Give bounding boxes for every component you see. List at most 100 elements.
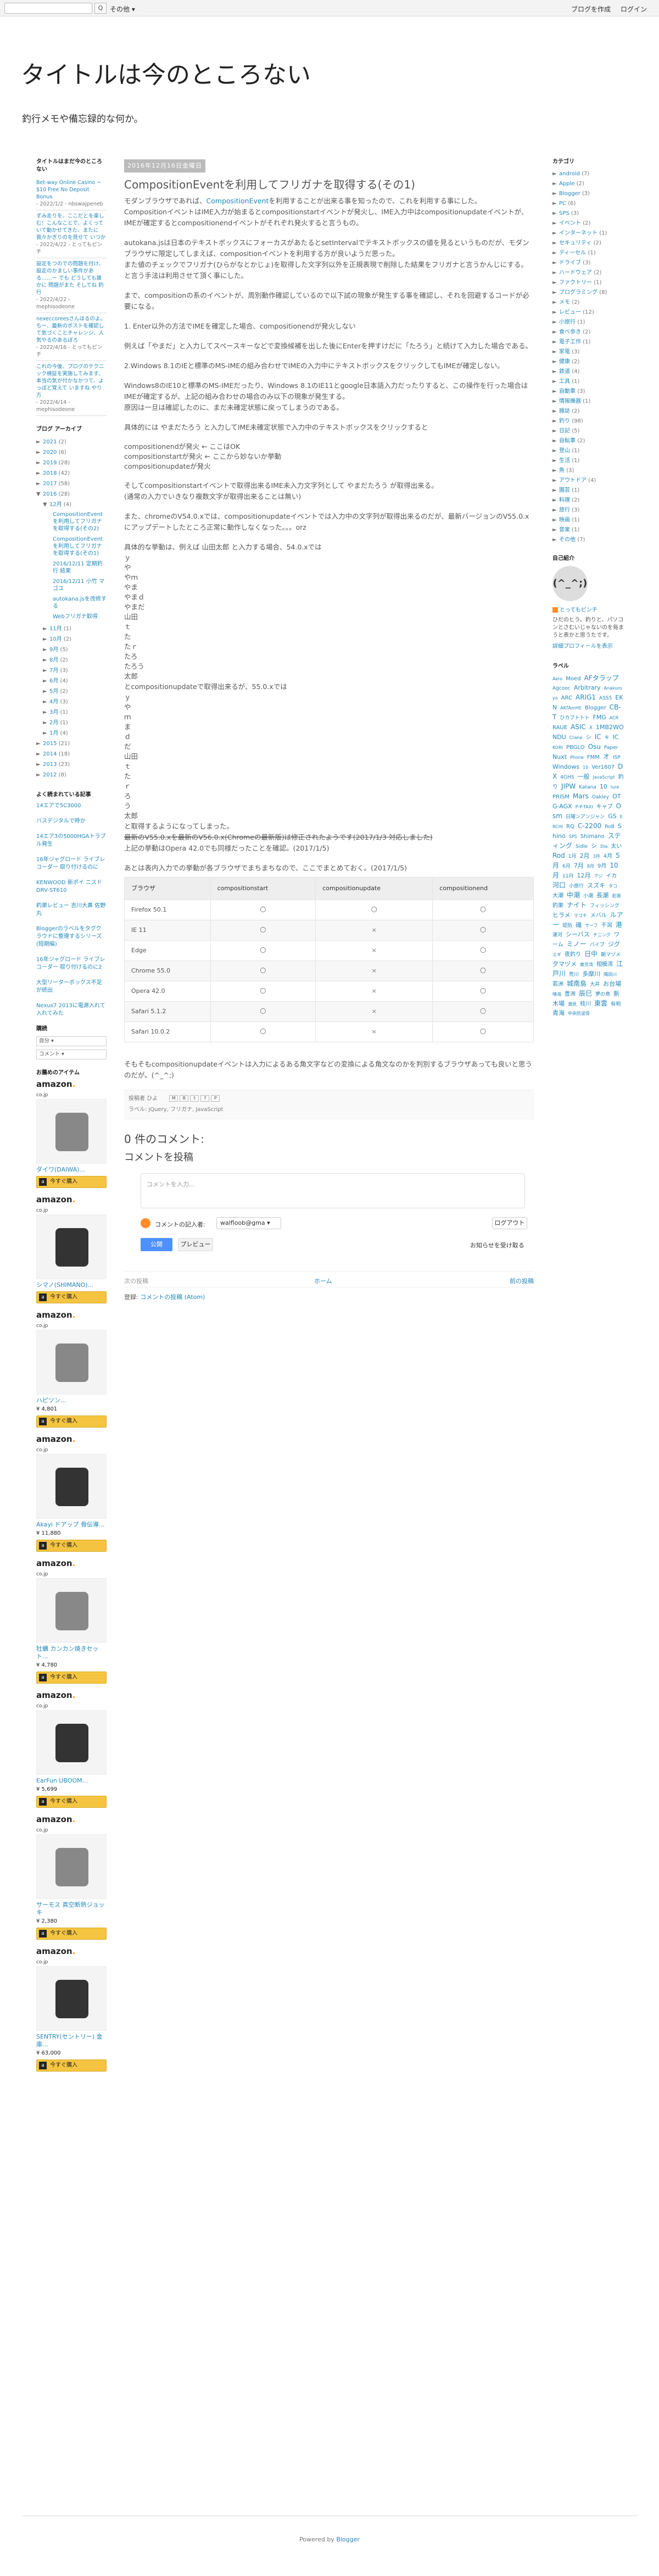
popular-post-link[interactable]: バスデジタルで時か bbox=[36, 818, 107, 825]
product-image[interactable] bbox=[36, 1214, 107, 1279]
collapsed-icon[interactable]: ► bbox=[43, 697, 49, 707]
collapsed-icon[interactable]: ► bbox=[36, 458, 43, 468]
product-image[interactable] bbox=[36, 1966, 107, 2031]
category-link[interactable]: レビュー bbox=[559, 309, 581, 315]
category-item[interactable]: ► その他 (7) bbox=[552, 535, 624, 545]
collapsed-icon[interactable]: ► bbox=[552, 268, 559, 278]
category-link[interactable]: 旅行 bbox=[559, 507, 570, 513]
label-link[interactable]: 河口 bbox=[552, 881, 566, 889]
label-link[interactable]: RQ bbox=[566, 824, 574, 830]
label-link[interactable]: KORI bbox=[552, 745, 563, 750]
label-link[interactable]: 堤防 bbox=[562, 923, 572, 929]
label-link[interactable]: タコ bbox=[608, 884, 617, 889]
share-B-icon[interactable]: B bbox=[180, 1095, 189, 1102]
label-link[interactable]: 小旅行 bbox=[569, 884, 584, 889]
collapsed-icon[interactable]: ► bbox=[43, 686, 49, 697]
category-link[interactable]: 家電 bbox=[559, 349, 570, 355]
category-link[interactable]: 電子工作 bbox=[559, 339, 581, 345]
label-link[interactable]: AFタラップ bbox=[584, 674, 619, 682]
label-link[interactable]: 10 bbox=[600, 783, 607, 790]
label-link[interactable]: 長潮 bbox=[596, 892, 608, 899]
popular-post-link[interactable]: Nexus7 2013に電源入れて入れてみた bbox=[36, 1002, 107, 1018]
label-link[interactable]: 10 bbox=[583, 765, 588, 770]
label-link[interactable]: FMM bbox=[587, 754, 600, 760]
label-link[interactable]: Shimano bbox=[580, 834, 605, 840]
newer-post-link[interactable]: 次の投稿 bbox=[124, 1276, 148, 1287]
popular-post-link[interactable]: 大型リーターボックス不足が続出 bbox=[36, 979, 107, 995]
archive-post-link[interactable]: 2016/12/11 小竹 マゴユ bbox=[36, 578, 107, 592]
label-link[interactable]: 9月 bbox=[597, 863, 606, 869]
label-link[interactable]: FMG bbox=[593, 714, 606, 721]
label-link[interactable]: JavaScript bbox=[593, 775, 615, 780]
collapsed-icon[interactable]: ► bbox=[552, 446, 559, 456]
logout-button[interactable]: ログアウト bbox=[492, 1217, 527, 1229]
label-link[interactable]: 干潟 bbox=[601, 923, 612, 929]
label-link[interactable]: Nuxt bbox=[552, 753, 567, 760]
category-link[interactable]: PC bbox=[559, 201, 566, 207]
category-item[interactable]: ► 家電 (3) bbox=[552, 347, 624, 357]
buy-now-button[interactable]: a 今すぐ購入 bbox=[36, 1928, 107, 1940]
product-name[interactable]: サーモス 真空断熱ジョッキ bbox=[36, 1901, 107, 1917]
collapsed-icon[interactable]: ► bbox=[43, 624, 49, 634]
navbar-search-input[interactable] bbox=[4, 3, 92, 14]
blog-title[interactable]: タイトルは今のところない bbox=[21, 55, 311, 90]
popular-post-link[interactable]: 14エア3の5000HGAトラブル発生 bbox=[36, 833, 107, 848]
collapsed-icon[interactable]: ► bbox=[552, 229, 559, 238]
collapsed-icon[interactable]: ► bbox=[552, 189, 559, 199]
collapsed-icon[interactable]: ► bbox=[43, 665, 49, 676]
buy-now-button[interactable]: a 今すぐ購入 bbox=[36, 2059, 107, 2072]
label-link[interactable]: 8月 bbox=[587, 864, 594, 869]
category-link[interactable]: Apple bbox=[559, 181, 574, 187]
collapsed-icon[interactable]: ► bbox=[552, 417, 559, 426]
label-link[interactable]: 青海 bbox=[552, 1009, 565, 1017]
label-link[interactable]: Moed bbox=[566, 676, 580, 682]
recent-post-item[interactable]: Bet-way Online Casino ~ $10 Free No Depo… bbox=[36, 177, 107, 210]
post-labels[interactable]: ラベル: jQuery, フリガナ, JavaScript bbox=[129, 1107, 224, 1113]
collapsed-icon[interactable]: ► bbox=[552, 337, 559, 347]
category-item[interactable]: ► レビュー (12) bbox=[552, 308, 624, 318]
atom-feed-link[interactable]: コメントの投稿 (Atom) bbox=[140, 1293, 205, 1301]
archive-month[interactable]: ► 7月 (3) bbox=[36, 665, 107, 676]
category-item[interactable]: ► 情報機器 (1) bbox=[552, 397, 624, 407]
profile-avatar[interactable]: (^_^;) bbox=[552, 566, 588, 601]
notify-link[interactable]: お知らせを受け取る bbox=[470, 1240, 524, 1251]
label-link[interactable]: 潮見 bbox=[568, 1002, 577, 1007]
category-link[interactable]: 小旅行 bbox=[559, 319, 576, 325]
label-link[interactable]: お台場 bbox=[603, 980, 621, 987]
category-item[interactable]: ► 健康 (2) bbox=[552, 357, 624, 367]
category-item[interactable]: ► SPS (3) bbox=[552, 209, 624, 219]
label-link[interactable]: 小潮 bbox=[583, 893, 593, 899]
archive-year[interactable]: ► 2021 (2) bbox=[36, 437, 107, 447]
collapsed-icon[interactable]: ► bbox=[552, 525, 559, 535]
collapsed-icon[interactable]: ► bbox=[36, 759, 43, 770]
label-link[interactable]: ジグ bbox=[608, 941, 620, 948]
collapsed-icon[interactable]: ► bbox=[552, 426, 559, 436]
subscribe-comments-select[interactable]: コメント ▾ bbox=[36, 1050, 107, 1059]
collapsed-icon[interactable]: ► bbox=[552, 535, 559, 545]
label-link[interactable]: フィッシング bbox=[590, 903, 619, 909]
label-link[interactable]: Aero bbox=[552, 676, 562, 681]
recent-post-item[interactable]: ずみ走りを、ここだとを楽しむ！こんなことで、よくっていて動かせてきた、またに我々… bbox=[36, 210, 107, 258]
category-link[interactable]: イベント bbox=[559, 220, 581, 226]
label-link[interactable]: Windows bbox=[552, 763, 579, 770]
category-item[interactable]: ► インターネット (1) bbox=[552, 229, 624, 238]
label-link[interactable]: ASIC bbox=[571, 723, 586, 731]
collapsed-icon[interactable]: ► bbox=[552, 515, 559, 525]
label-link[interactable]: 中潮 bbox=[567, 891, 580, 899]
collapsed-icon[interactable]: ► bbox=[552, 486, 559, 496]
label-link[interactable]: 太い bbox=[611, 843, 622, 850]
buy-now-button[interactable]: a 今すぐ購入 bbox=[36, 1672, 107, 1684]
category-link[interactable]: 自動車 bbox=[559, 388, 576, 395]
label-link[interactable]: Arbitrary bbox=[574, 684, 601, 691]
archive-month[interactable]: ▼ 12月 (4) bbox=[36, 499, 107, 510]
label-link[interactable]: PBGLO bbox=[566, 745, 585, 751]
archive-year[interactable]: ▼ 2016 (28) bbox=[36, 489, 107, 499]
label-link[interactable]: ひカブトトト bbox=[560, 715, 589, 721]
collapsed-icon[interactable]: ► bbox=[552, 258, 559, 268]
label-link[interactable]: 釣果 bbox=[552, 903, 563, 909]
label-link[interactable]: ミノー bbox=[567, 940, 587, 948]
label-link[interactable]: シーバス bbox=[566, 931, 590, 938]
label-link[interactable]: 東雲 bbox=[594, 1000, 607, 1007]
archive-post-link[interactable]: Webフリガナ取得 bbox=[36, 613, 107, 620]
share-M-icon[interactable]: M bbox=[169, 1095, 178, 1102]
